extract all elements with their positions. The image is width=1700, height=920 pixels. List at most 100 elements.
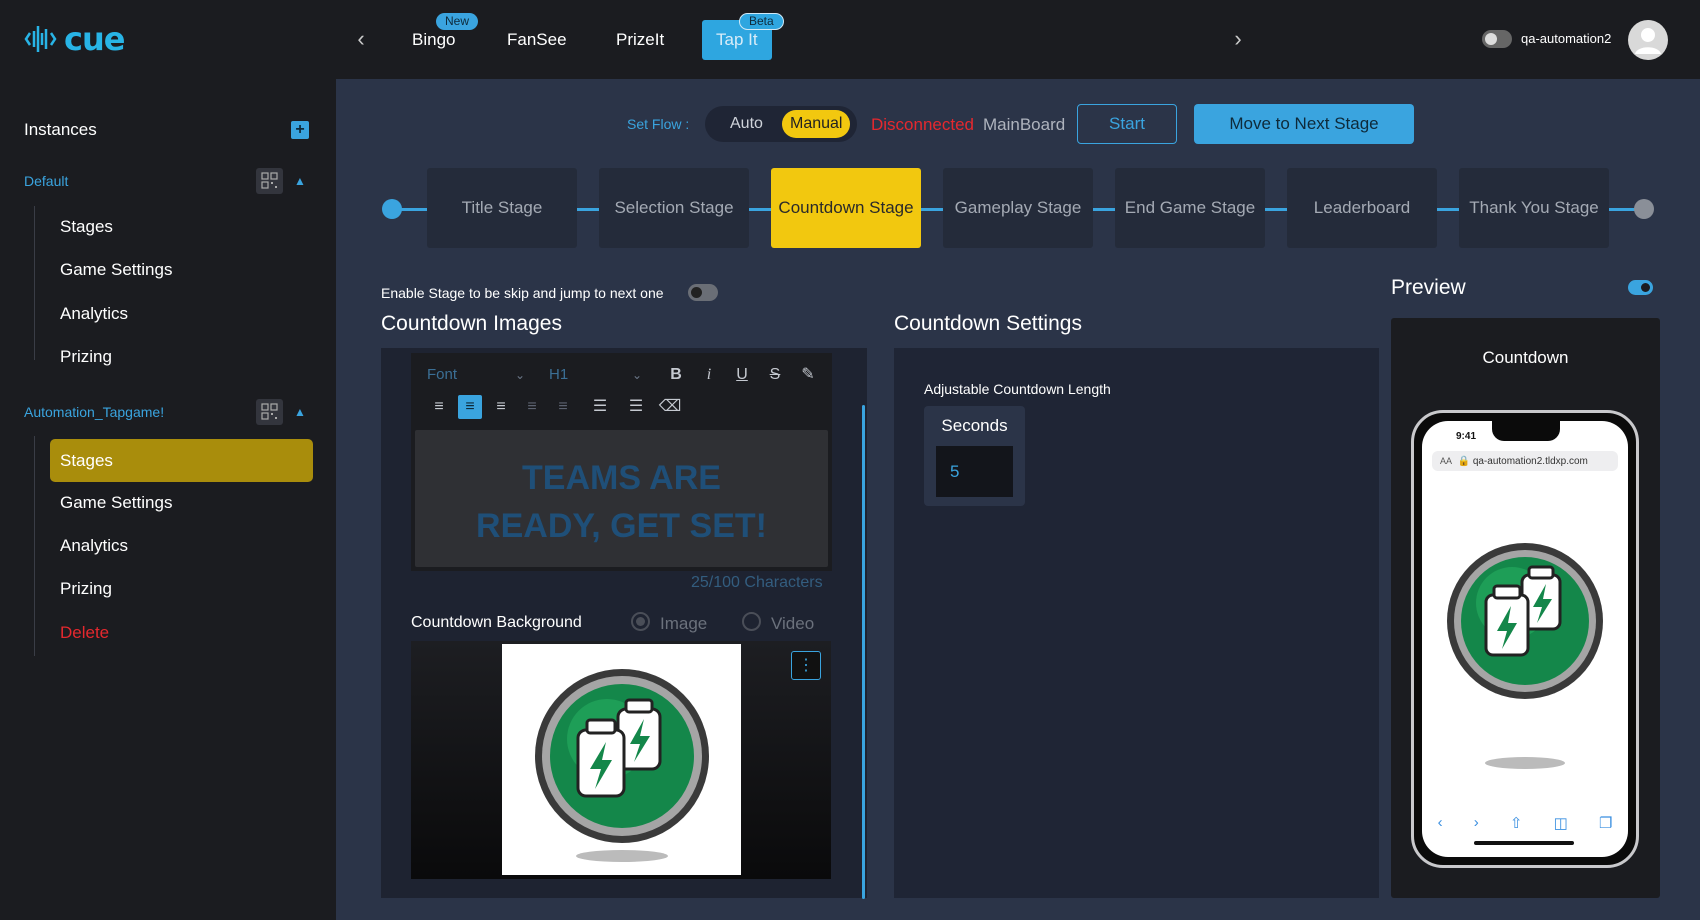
new-badge: New: [436, 13, 479, 30]
nav-label: Tap It: [716, 30, 758, 49]
avatar[interactable]: [1628, 20, 1668, 60]
stepper-start-dot: [382, 199, 402, 219]
stepper-end-dot: [1634, 199, 1654, 219]
seconds-label: Seconds: [941, 416, 1008, 435]
heading-select[interactable]: H1: [549, 366, 568, 383]
add-instance-button[interactable]: +: [291, 121, 309, 139]
align-left-icon[interactable]: ≡: [427, 395, 451, 419]
countdown-images-title: Countdown Images: [381, 312, 562, 335]
theme-toggle[interactable]: [1482, 30, 1512, 48]
skip-stage-toggle[interactable]: [688, 284, 718, 301]
phone-screen: 9:41 AA 🔒 qa-automation2.tldxp.com ‹ › ⇧…: [1422, 421, 1628, 857]
preview-panel: Countdown 9:41 AA 🔒 qa-automation2.tldxp…: [1391, 318, 1660, 898]
stage-end-game[interactable]: End Game Stage: [1115, 168, 1265, 248]
nav-fansee[interactable]: FanSee: [507, 20, 567, 60]
seconds-input[interactable]: [936, 446, 1013, 497]
stage-gameplay[interactable]: Gameplay Stage: [943, 168, 1093, 248]
sidebar-item-prizing[interactable]: Prizing: [60, 347, 112, 367]
stage-thank-you[interactable]: Thank You Stage: [1459, 168, 1609, 248]
flow-mode-switch[interactable]: Auto Manual: [705, 106, 857, 142]
flow-option-auto[interactable]: Auto: [722, 110, 771, 138]
stage-title[interactable]: Title Stage: [427, 168, 577, 248]
phone-mockup: 9:41 AA 🔒 qa-automation2.tldxp.com ‹ › ⇧…: [1411, 410, 1639, 868]
strikethrough-icon[interactable]: S: [763, 363, 787, 387]
energy-drink-badge-image: [1447, 543, 1603, 769]
rich-text-editor: Font ⌄ H1 ⌄ B i U S ✎ ≡ ≡ ≡ ≡ ≡ ☰ ☰ ⌫ TE…: [411, 353, 832, 571]
bookmarks-icon: ◫: [1553, 815, 1568, 832]
indent-decrease-icon[interactable]: ≡: [520, 395, 544, 419]
sidebar-item-game-settings[interactable]: Game Settings: [60, 260, 172, 280]
qr-code-button[interactable]: [256, 168, 283, 194]
share-icon: ⇧: [1509, 815, 1523, 832]
nav-label: PrizeIt: [616, 30, 665, 49]
background-preview: [411, 641, 831, 879]
phone-notch: [1492, 421, 1560, 441]
nav-prizeit[interactable]: PrizeIt: [616, 20, 664, 60]
indent-increase-icon[interactable]: ≡: [551, 395, 575, 419]
home-indicator: [1474, 841, 1574, 845]
sidebar-item-analytics[interactable]: Analytics: [60, 304, 128, 324]
radio-image[interactable]: [631, 612, 650, 631]
radio-video-label[interactable]: Video: [771, 614, 814, 634]
qr-code-icon: [261, 403, 278, 420]
ordered-list-icon[interactable]: ☰: [585, 395, 615, 419]
sidebar: Instances + Default ▲ Stages Game Settin…: [0, 79, 336, 920]
sidebar-item-stages-active[interactable]: Stages: [50, 439, 313, 482]
chevron-down-icon[interactable]: ⌄: [515, 368, 525, 382]
underline-icon[interactable]: U: [730, 363, 754, 387]
eraser-icon[interactable]: ⌫: [658, 395, 682, 419]
url-text-size: AA: [1440, 456, 1453, 466]
kebab-menu-icon[interactable]: ⋮: [791, 651, 821, 680]
italic-icon[interactable]: i: [697, 363, 721, 387]
browser-forward-icon: ›: [1473, 814, 1479, 831]
stage-countdown[interactable]: Countdown Stage: [771, 168, 921, 248]
stage-leaderboard[interactable]: Leaderboard: [1287, 168, 1437, 248]
sidebar-title: Instances: [24, 120, 97, 139]
board-name: MainBoard: [983, 115, 1066, 134]
font-select[interactable]: Font: [427, 366, 457, 383]
sound-wave-icon: [24, 26, 57, 52]
move-next-stage-button[interactable]: Move to Next Stage: [1194, 104, 1414, 144]
align-center-icon[interactable]: ≡: [458, 395, 482, 419]
nav-label: FanSee: [507, 30, 567, 49]
countdown-background-label: Countdown Background: [411, 614, 582, 631]
start-button[interactable]: Start: [1077, 104, 1177, 144]
highlighter-icon[interactable]: ✎: [796, 363, 820, 387]
align-right-icon[interactable]: ≡: [489, 395, 513, 419]
countdown-settings-title: Countdown Settings: [894, 312, 1082, 335]
editor-content[interactable]: TEAMS ARE READY, GET SET!: [415, 430, 828, 567]
bullet-list-icon[interactable]: ☰: [621, 395, 651, 419]
chevron-left-icon[interactable]: ‹: [353, 28, 369, 50]
chevron-right-icon[interactable]: ›: [1230, 28, 1246, 50]
group-automation-tapgame[interactable]: Automation_Tapgame!: [24, 404, 164, 420]
tree-line: [34, 206, 35, 360]
sidebar-item-stages[interactable]: Stages: [60, 217, 113, 237]
phone-url-bar: AA 🔒 qa-automation2.tldxp.com: [1432, 451, 1618, 471]
qr-code-icon: [261, 172, 278, 189]
chevron-up-icon[interactable]: ▲: [293, 174, 307, 188]
flow-option-manual[interactable]: Manual: [782, 110, 851, 138]
bold-icon[interactable]: B: [664, 363, 688, 387]
chevron-up-icon[interactable]: ▲: [293, 405, 307, 419]
app-logo[interactable]: cue: [24, 22, 125, 56]
connection-status: Disconnected: [871, 115, 975, 134]
stage-selection[interactable]: Selection Stage: [599, 168, 749, 248]
sidebar-item-game-settings[interactable]: Game Settings: [60, 493, 172, 513]
radio-video[interactable]: [742, 612, 761, 631]
group-default[interactable]: Default: [24, 173, 68, 189]
set-flow-label: Set Flow :: [627, 116, 690, 132]
preview-stage-label: Countdown: [1482, 348, 1569, 367]
browser-back-icon: ‹: [1437, 814, 1443, 831]
sidebar-item-analytics[interactable]: Analytics: [60, 536, 128, 556]
skip-stage-label: Enable Stage to be skip and jump to next…: [381, 285, 664, 301]
scrollbar[interactable]: [862, 405, 865, 899]
energy-drink-badge-image: [535, 669, 709, 862]
chevron-down-icon[interactable]: ⌄: [632, 368, 642, 382]
qr-code-button[interactable]: [256, 399, 283, 425]
sidebar-item-delete[interactable]: Delete: [60, 623, 109, 643]
radio-image-label[interactable]: Image: [660, 614, 707, 634]
sidebar-item-prizing[interactable]: Prizing: [60, 579, 112, 599]
tree-line: [34, 436, 35, 656]
user-icon: [1635, 28, 1661, 54]
preview-toggle[interactable]: [1628, 280, 1653, 295]
